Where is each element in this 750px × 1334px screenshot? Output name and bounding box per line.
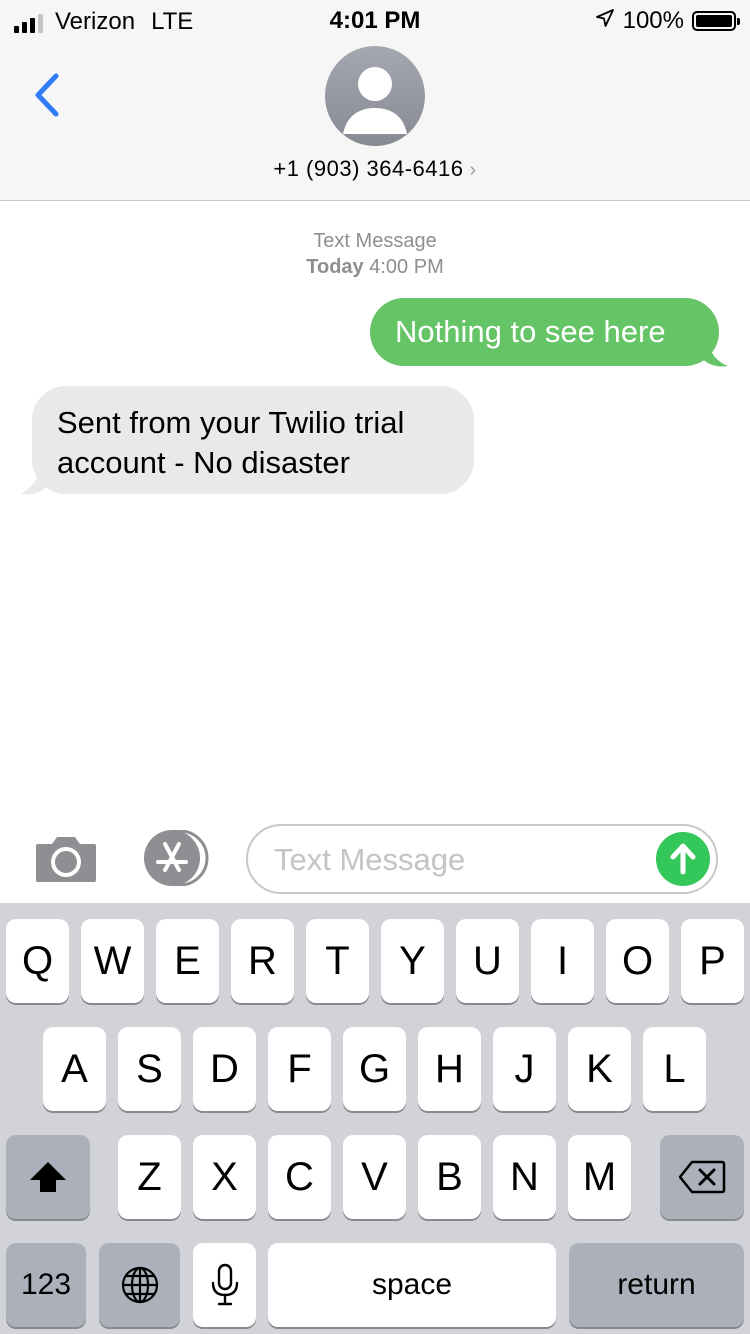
key-t[interactable]: T	[306, 919, 369, 1003]
shift-key[interactable]	[6, 1135, 90, 1219]
received-message-line: Sent from your Twilio trial	[57, 405, 405, 440]
key-g[interactable]: G	[343, 1027, 406, 1111]
battery-percentage: 100%	[622, 7, 684, 34]
message-timestamp: Text Message Today 4:00 PM	[0, 228, 750, 280]
key-b[interactable]: B	[418, 1135, 481, 1219]
delete-icon	[678, 1160, 726, 1194]
key-i[interactable]: I	[531, 919, 594, 1003]
timestamp-day: Today	[306, 256, 364, 278]
status-bar: Verizon LTE 4:01 PM 100%	[0, 0, 750, 40]
key-m[interactable]: M	[568, 1135, 631, 1219]
microphone-key[interactable]	[193, 1243, 256, 1327]
shift-icon	[30, 1162, 66, 1192]
timestamp-time: 4:00 PM	[369, 256, 444, 278]
location-arrow-icon	[595, 7, 615, 35]
key-w[interactable]: W	[81, 919, 144, 1003]
message-type-label: Text Message	[313, 230, 437, 252]
key-k[interactable]: K	[568, 1027, 631, 1111]
globe-icon	[121, 1266, 158, 1304]
keyboard: Q W E R T Y U I O P A S D F G H J K L Z …	[0, 903, 750, 1334]
numbers-key[interactable]: 123	[6, 1243, 86, 1327]
battery-icon	[692, 11, 740, 31]
microphone-icon	[211, 1263, 238, 1306]
key-d[interactable]: D	[193, 1027, 256, 1111]
key-c[interactable]: C	[268, 1135, 331, 1219]
key-v[interactable]: V	[343, 1135, 406, 1219]
received-message-line: account - No disaster	[57, 445, 350, 480]
send-arrow-icon[interactable]	[656, 832, 710, 886]
message-input-field[interactable]: Text Message	[246, 824, 718, 894]
space-key[interactable]: space	[268, 1243, 556, 1327]
sent-bubble-tail	[700, 336, 728, 367]
contact-number: +1 (903) 364-6416	[273, 156, 464, 181]
key-z[interactable]: Z	[118, 1135, 181, 1219]
contact-avatar-icon[interactable]	[325, 46, 425, 146]
key-r[interactable]: R	[231, 919, 294, 1003]
key-u[interactable]: U	[456, 919, 519, 1003]
delete-key[interactable]	[660, 1135, 744, 1219]
key-s[interactable]: S	[118, 1027, 181, 1111]
contact-name-button[interactable]: +1 (903) 364-6416 ›	[0, 156, 750, 182]
key-n[interactable]: N	[493, 1135, 556, 1219]
received-bubble-tail	[21, 460, 49, 495]
received-message-bubble[interactable]: Sent from your Twilio trial account - No…	[32, 386, 474, 494]
key-l[interactable]: L	[643, 1027, 706, 1111]
app-store-icon[interactable]	[140, 829, 212, 887]
return-key[interactable]: return	[569, 1243, 744, 1327]
back-chevron-icon[interactable]	[28, 70, 68, 120]
key-j[interactable]: J	[493, 1027, 556, 1111]
key-x[interactable]: X	[193, 1135, 256, 1219]
key-p[interactable]: P	[681, 919, 744, 1003]
key-y[interactable]: Y	[381, 919, 444, 1003]
globe-key[interactable]	[99, 1243, 180, 1327]
key-f[interactable]: F	[268, 1027, 331, 1111]
key-o[interactable]: O	[606, 919, 669, 1003]
key-q[interactable]: Q	[6, 919, 69, 1003]
key-a[interactable]: A	[43, 1027, 106, 1111]
key-e[interactable]: E	[156, 919, 219, 1003]
camera-icon[interactable]	[34, 834, 98, 884]
sent-message-bubble[interactable]: Nothing to see here	[370, 298, 719, 366]
chevron-right-icon: ›	[469, 159, 477, 181]
message-input-placeholder: Text Message	[274, 842, 466, 877]
key-h[interactable]: H	[418, 1027, 481, 1111]
